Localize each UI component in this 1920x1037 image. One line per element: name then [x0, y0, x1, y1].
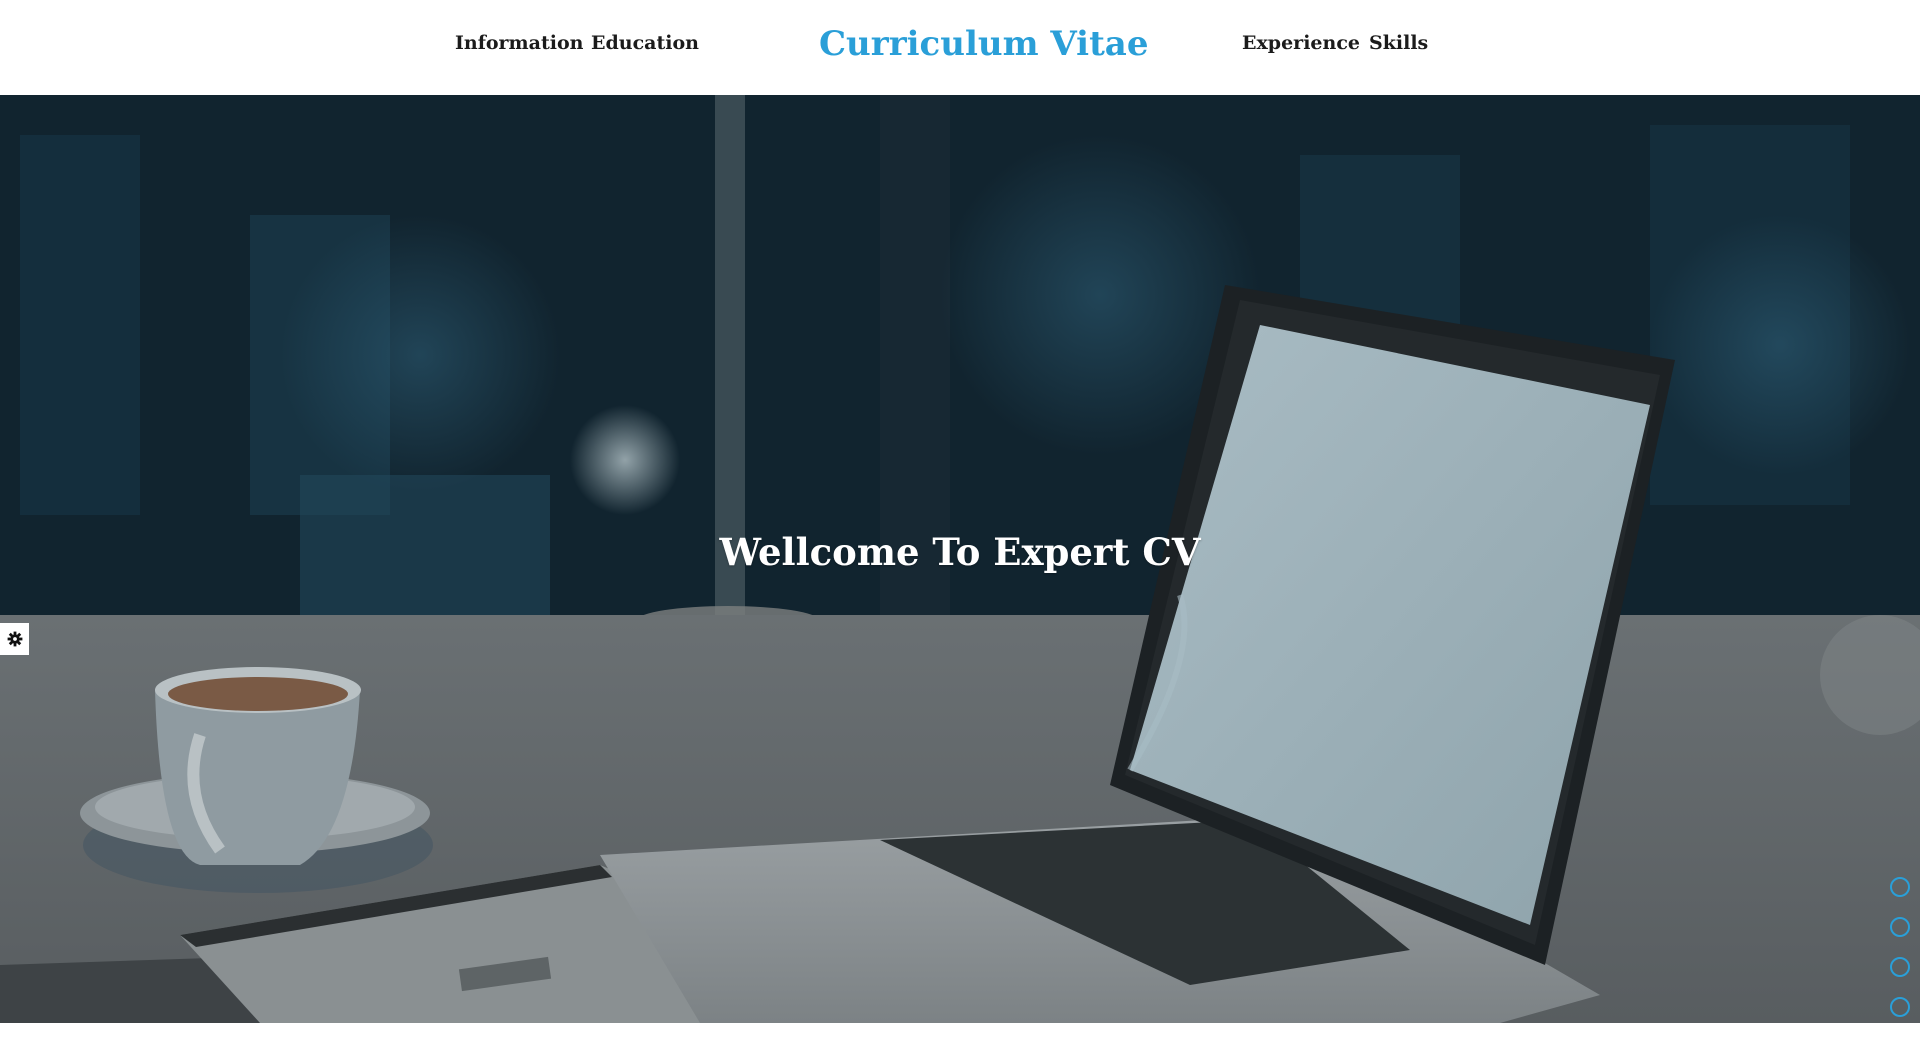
section-dot-4[interactable] [1890, 997, 1910, 1017]
section-dot-2[interactable] [1890, 917, 1910, 937]
nav-link-education[interactable]: Education [591, 32, 699, 54]
hero-section: Wellcome To Expert CV [0, 95, 1920, 1023]
section-dot-3[interactable] [1890, 957, 1910, 977]
section-dots-nav [1890, 877, 1912, 1037]
nav-link-skills[interactable]: Skills [1369, 32, 1428, 54]
site-header: Information Education Curriculum Vitae E… [0, 0, 1920, 95]
site-brand-title[interactable]: Curriculum Vitae [819, 24, 1148, 64]
gear-icon [7, 631, 22, 647]
nav-link-experience[interactable]: Experience [1242, 32, 1360, 54]
settings-toggle-button[interactable] [0, 623, 29, 655]
nav-link-information[interactable]: Information [455, 32, 583, 54]
hero-welcome-title: Wellcome To Expert CV [719, 530, 1201, 574]
section-dot-1[interactable] [1890, 877, 1910, 897]
